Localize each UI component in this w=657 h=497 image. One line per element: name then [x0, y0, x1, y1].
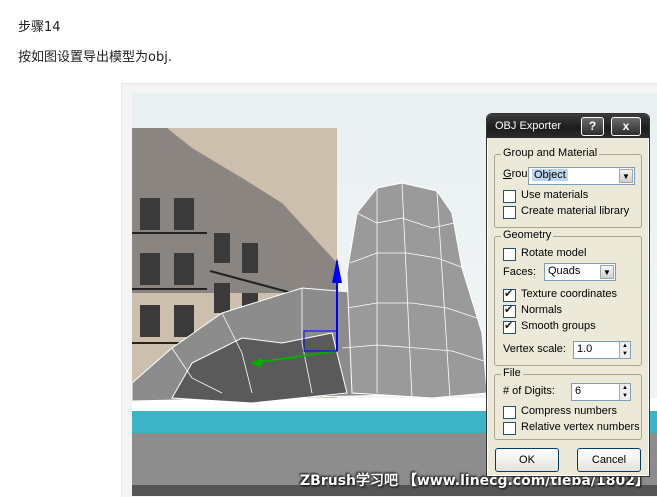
geometry-label: Geometry	[501, 229, 554, 241]
chevron-down-icon[interactable]: ▼	[600, 265, 614, 279]
normals-checkbox[interactable]	[503, 303, 516, 318]
relative-vertex-numbers-label: Relative vertex numbers	[521, 421, 640, 433]
file-label: File	[501, 367, 523, 379]
smooth-groups-label: Smooth groups	[521, 320, 596, 332]
relative-vertex-numbers-checkbox[interactable]	[503, 422, 516, 435]
vertex-scale-spinner[interactable]: 1.0 ▲ ▼	[573, 341, 631, 359]
obj-exporter-dialog: OBJ Exporter ? x Group and Material Grou…	[486, 113, 650, 477]
texture-coordinates-label: Texture coordinates	[521, 288, 617, 300]
texture-coordinates-checkbox[interactable]	[503, 287, 516, 302]
digits-value: 6	[575, 385, 582, 397]
geometry-section: Geometry Rotate model Faces: Quads ▼ Tex…	[494, 229, 642, 366]
digits-spinner[interactable]: 6 ▲ ▼	[571, 383, 631, 401]
create-material-library-label: Create material library	[521, 205, 630, 217]
use-materials-label: Use materials	[521, 189, 589, 201]
dialog-title: OBJ Exporter	[495, 120, 562, 132]
cancel-button[interactable]: Cancel	[577, 448, 641, 472]
digits-label: # of Digits:	[503, 385, 555, 397]
faces-select[interactable]: Quads ▼	[544, 263, 616, 281]
ok-button[interactable]: OK	[495, 448, 559, 472]
close-button[interactable]: x	[611, 117, 641, 136]
faces-label: Faces:	[503, 266, 537, 278]
step-description: 按如图设置导出模型为obj.	[18, 50, 172, 65]
spinner-arrows-icon[interactable]: ▲ ▼	[619, 342, 630, 358]
group-by-value: Object	[532, 169, 568, 181]
spinner-arrows-icon[interactable]: ▲ ▼	[619, 384, 630, 400]
faces-value: Quads	[548, 265, 581, 277]
normals-label: Normals	[521, 304, 562, 316]
smooth-groups-checkbox[interactable]	[503, 319, 516, 334]
vertex-scale-label: Vertex scale:	[503, 343, 566, 355]
file-section: File # of Digits: 6 ▲ ▼ Compress numbers …	[494, 367, 642, 440]
model-rock	[346, 182, 488, 399]
step-title: 步骤14	[18, 20, 61, 35]
use-materials-checkbox[interactable]	[503, 190, 516, 203]
group-by-select[interactable]: Object ▼	[528, 167, 635, 185]
group-material-label: Group and Material	[501, 147, 600, 159]
create-material-library-checkbox[interactable]	[503, 206, 516, 219]
group-material-section: Group and Material Group by: Object ▼ Us…	[494, 147, 642, 228]
compress-numbers-label: Compress numbers	[521, 405, 617, 417]
compress-numbers-checkbox[interactable]	[503, 406, 516, 419]
vertex-scale-value: 1.0	[577, 343, 593, 355]
dialog-titlebar[interactable]: OBJ Exporter ? x	[487, 114, 649, 138]
chevron-down-icon[interactable]: ▼	[619, 169, 633, 183]
rotate-model-checkbox[interactable]	[503, 248, 516, 261]
rotate-model-label: Rotate model	[521, 247, 587, 259]
help-button[interactable]: ?	[581, 117, 604, 136]
